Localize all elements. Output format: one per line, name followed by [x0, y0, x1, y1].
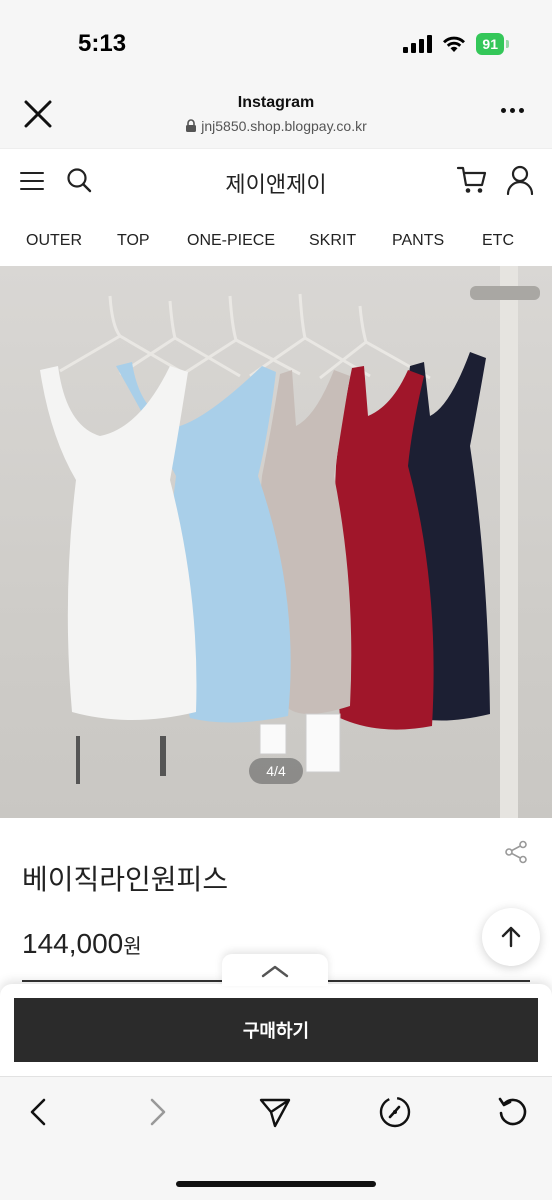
price-currency: 원 — [123, 936, 142, 958]
cart-icon[interactable] — [456, 165, 488, 195]
battery-level: 91 — [482, 36, 498, 52]
back-icon[interactable] — [22, 1095, 56, 1129]
cellular-signal-icon — [403, 35, 433, 53]
refresh-icon[interactable] — [496, 1095, 530, 1129]
category-one-piece[interactable]: ONE-PIECE — [187, 232, 275, 250]
lock-icon — [186, 119, 197, 132]
share-icon[interactable] — [504, 840, 528, 864]
send-icon[interactable] — [258, 1095, 292, 1129]
category-outer[interactable]: OUTER — [26, 232, 82, 250]
category-top[interactable]: TOP — [117, 232, 150, 250]
status-time: 5:13 — [78, 30, 127, 57]
category-nav: OUTER TOP ONE-PIECE SKRIT PANTS ETC — [0, 214, 552, 266]
safari-compass-icon[interactable] — [378, 1095, 412, 1129]
status-bar: 5:13 91 — [0, 0, 552, 84]
product-price: 144,000원 — [22, 928, 142, 960]
category-etc[interactable]: ETC — [482, 232, 514, 250]
category-skirt[interactable]: SKRIT — [309, 232, 356, 250]
shop-header: 제이앤제이 — [0, 148, 552, 214]
browser-title: Instagram — [237, 94, 315, 111]
category-pants[interactable]: PANTS — [392, 232, 444, 250]
sheet-expand-handle[interactable] — [222, 954, 328, 986]
arrow-up-icon — [501, 926, 521, 948]
buy-button[interactable]: 구매하기 — [14, 998, 538, 1062]
browser-url: jnj5850.shop.blogpay.co.kr — [0, 118, 552, 134]
status-icons: 91 — [403, 33, 509, 55]
price-value: 144,000 — [22, 928, 124, 959]
home-indicator — [176, 1181, 376, 1187]
chevron-up-icon — [261, 965, 289, 978]
battery-icon: 91 — [476, 33, 509, 55]
dresses-illustration — [40, 266, 540, 818]
wifi-icon — [443, 36, 466, 52]
forward-icon[interactable] — [140, 1095, 174, 1129]
browser-url-text: jnj5850.shop.blogpay.co.kr — [201, 118, 367, 134]
more-options-icon[interactable] — [501, 108, 524, 113]
image-counter: 4/4 — [249, 758, 303, 784]
scroll-to-top-button[interactable] — [482, 908, 540, 966]
product-name: 베이직라인원피스 — [22, 864, 229, 895]
user-icon[interactable] — [506, 165, 534, 195]
product-image[interactable] — [0, 266, 552, 818]
in-app-browser-header: Instagram jnj5850.shop.blogpay.co.kr — [0, 84, 552, 148]
